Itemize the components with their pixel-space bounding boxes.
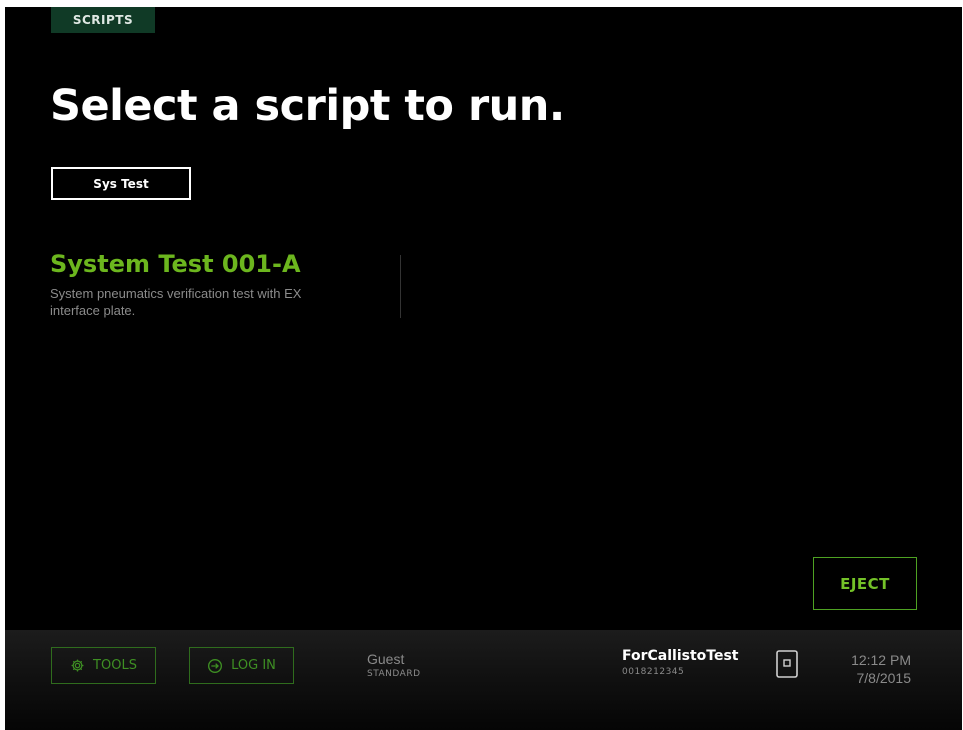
tab-scripts[interactable]: SCRIPTS xyxy=(51,7,155,33)
login-label: LOG IN xyxy=(231,658,276,673)
page-title: Select a script to run. xyxy=(50,81,565,131)
clock: 12:12 PM 7/8/2015 xyxy=(839,652,911,687)
eject-button[interactable]: EJECT xyxy=(813,557,917,610)
user-name: Guest xyxy=(367,651,405,667)
app-screen: SCRIPTS Select a script to run. Sys Test… xyxy=(5,7,962,730)
footer-bar: TOOLS LOG IN Guest STANDARD ForCallistoT… xyxy=(5,630,962,730)
login-arrow-icon xyxy=(207,658,223,674)
script-name: System Test 001-A xyxy=(50,250,301,278)
tools-label: TOOLS xyxy=(93,658,137,673)
user-info: Guest STANDARD xyxy=(367,651,421,680)
gear-icon xyxy=(70,658,85,673)
clock-date: 7/8/2015 xyxy=(856,669,912,686)
filter-sys-test-button[interactable]: Sys Test xyxy=(51,167,191,200)
device-name: ForCallistoTest xyxy=(622,648,739,664)
script-description: System pneumatics verification test with… xyxy=(50,286,302,319)
eject-label: EJECT xyxy=(840,574,890,593)
user-role: STANDARD xyxy=(367,669,421,680)
filter-label: Sys Test xyxy=(93,176,149,191)
clock-time: 12:12 PM xyxy=(851,652,911,668)
column-divider xyxy=(400,255,401,318)
device-info: ForCallistoTest 0018212345 xyxy=(622,648,739,678)
login-button[interactable]: LOG IN xyxy=(189,647,294,684)
device-card-icon[interactable] xyxy=(775,649,799,679)
device-id: 0018212345 xyxy=(622,667,685,678)
tab-scripts-label: SCRIPTS xyxy=(72,13,134,27)
tools-button[interactable]: TOOLS xyxy=(51,647,156,684)
script-item[interactable]: System Test 001-A System pneumatics veri… xyxy=(50,251,380,320)
